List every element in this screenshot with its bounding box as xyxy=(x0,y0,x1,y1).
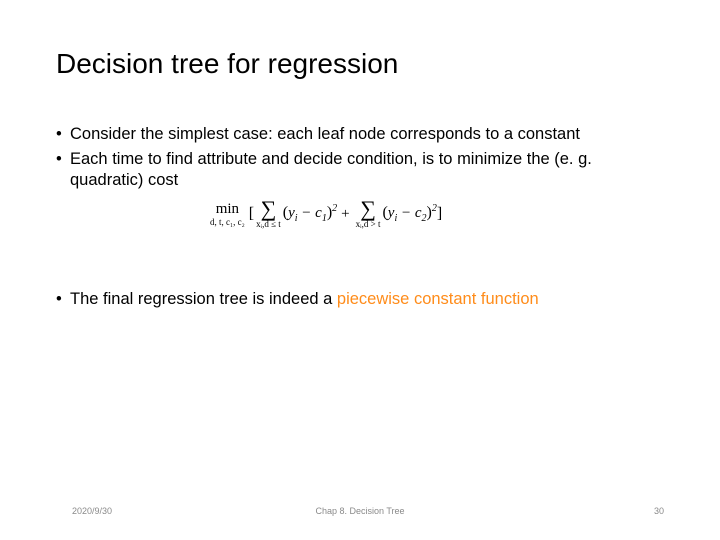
bullet-item-3: The final regression tree is indeed a pi… xyxy=(56,289,664,310)
formula-row: min d, t, c₁, c₂ [ ∑ xᵢ,d ≤ t (yi − c1)2… xyxy=(210,199,664,229)
bullet-item-1: Consider the simplest case: each leaf no… xyxy=(56,124,664,145)
bullet-3-highlight: piecewise constant function xyxy=(337,290,539,308)
left-bracket: [ xyxy=(249,204,254,224)
term1-sq: 2 xyxy=(332,203,337,214)
min-subscript: d, t, c₁, c₂ xyxy=(210,218,245,227)
term2-minus: − xyxy=(397,205,415,221)
bullet-1-text: Consider the simplest case: each leaf no… xyxy=(70,125,580,143)
term-2: (yi − c2)2 xyxy=(382,203,436,226)
sigma-icon-2: ∑ xyxy=(360,199,376,219)
footer-chapter: Chap 8. Decision Tree xyxy=(315,506,404,516)
term-1: (yi − c1)2 xyxy=(283,203,337,226)
min-operator: min d, t, c₁, c₂ xyxy=(210,202,245,227)
slide: Decision tree for regression Consider th… xyxy=(0,0,720,540)
bullet-list: Consider the simplest case: each leaf no… xyxy=(56,124,664,310)
formula-block: min d, t, c₁, c₂ [ ∑ xᵢ,d ≤ t (yi − c1)2… xyxy=(210,199,664,229)
term1-c: c xyxy=(315,205,322,221)
min-label: min xyxy=(216,202,239,217)
footer-page: 30 xyxy=(654,506,664,516)
sum-operator-2: ∑ xᵢ,d > t xyxy=(356,199,381,229)
plus-operator: + xyxy=(341,205,349,224)
bullet-item-2: Each time to find attribute and decide c… xyxy=(56,149,664,229)
footer: 2020/9/30 Chap 8. Decision Tree 30 xyxy=(0,506,720,516)
bullet-2-text: Each time to find attribute and decide c… xyxy=(70,150,592,189)
sum1-subscript: xᵢ,d ≤ t xyxy=(256,220,281,229)
term1-minus: − xyxy=(298,205,316,221)
footer-date: 2020/9/30 xyxy=(72,506,112,516)
sigma-icon-1: ∑ xyxy=(261,199,277,219)
sum2-subscript: xᵢ,d > t xyxy=(356,220,381,229)
bullet-3-prefix: The final regression tree is indeed a xyxy=(70,290,337,308)
term2-c: c xyxy=(415,205,422,221)
page-title: Decision tree for regression xyxy=(56,48,664,80)
sum-operator-1: ∑ xᵢ,d ≤ t xyxy=(256,199,281,229)
term1-y: y xyxy=(288,205,295,221)
right-bracket: ] xyxy=(437,204,442,224)
